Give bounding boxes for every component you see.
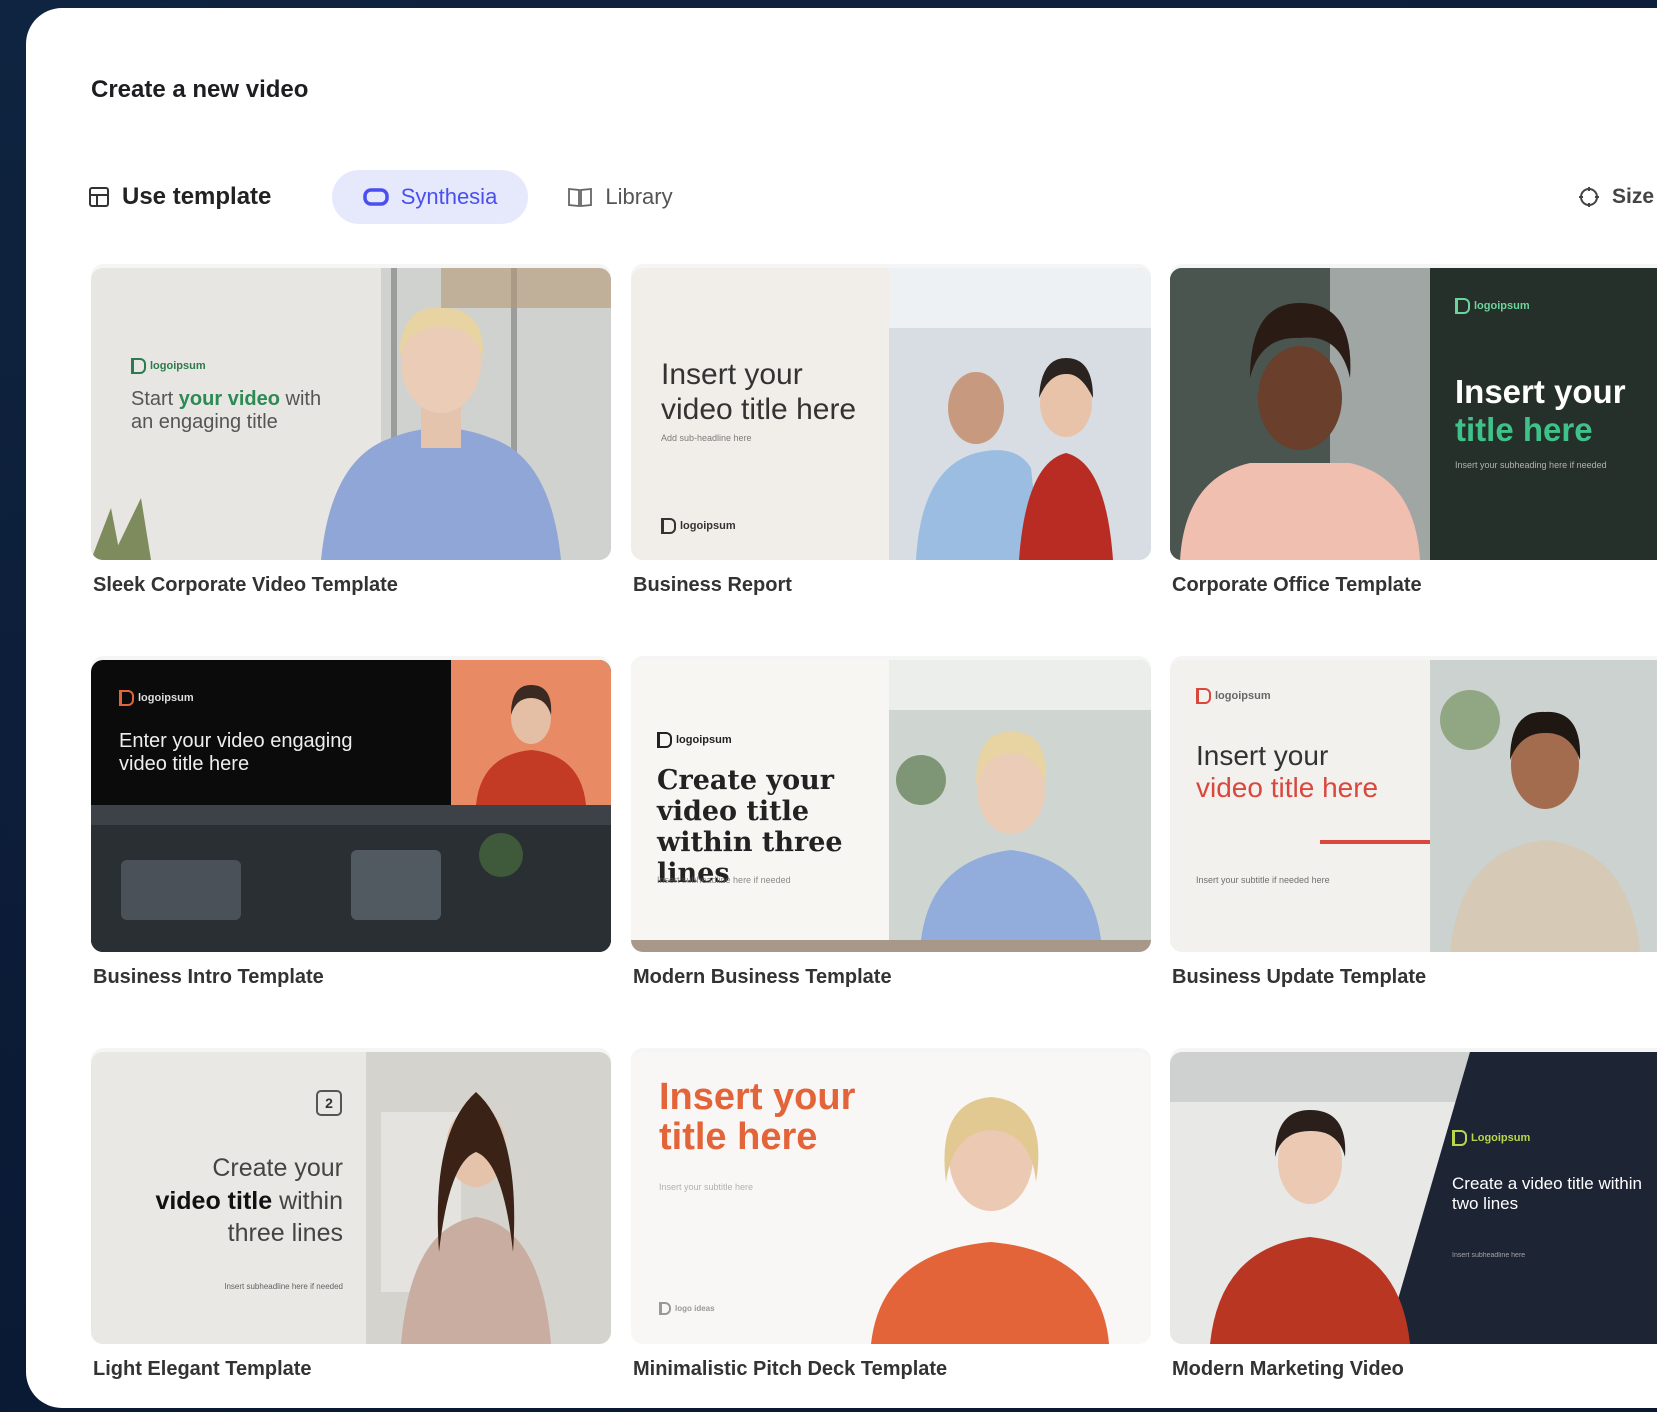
thumbnail-subheading: Insert your subheading here if needed [1455,460,1607,470]
tab-library[interactable]: Library [546,170,694,224]
template-thumbnail[interactable]: Insert your title here Insert your subti… [631,1052,1151,1344]
template-card[interactable]: Logoipsum Create a video title within tw… [1170,1052,1657,1380]
thumbnail-heading: Insert your title here [659,1076,856,1158]
template-name: Business Report [633,574,792,596]
thumbnail-heading: Insert your title here [1455,373,1626,448]
template-thumbnail[interactable]: Logoipsum Create a video title within tw… [1170,1052,1657,1344]
tab-synthesia[interactable]: Synthesia [332,170,528,224]
thumbnail-logo: logoipsum [657,732,732,748]
aspect-ratio-icon [1578,186,1600,208]
thumbnail-subheading: Insert your subtitle here [659,1182,754,1192]
thumbnail-subheading: Insert subheadline here if needed [657,875,791,885]
template-thumbnail[interactable]: logoipsum Create your video title within… [631,660,1151,952]
template-thumbnail[interactable]: logoipsum Enter your video engaging vide… [91,660,611,952]
template-name: Business Intro Template [93,966,324,988]
thumbnail-subheading: Add sub-headline here [661,433,752,443]
template-name: Light Elegant Template [93,1358,312,1380]
tab-use-template[interactable]: Use template [88,170,271,224]
size-label: Size [1612,185,1655,208]
template-thumbnail[interactable]: logoipsum Insert your title here Insert … [1170,268,1657,560]
template-card[interactable]: Insert your title here Insert your subti… [631,1052,1151,1380]
template-name: Modern Business Template [633,966,892,988]
thumbnail-logo: logo ideas [659,1302,715,1315]
template-name: Sleek Corporate Video Template [93,574,398,596]
thumbnail-logo: logoipsum [131,358,206,374]
tab-use-template-label: Use template [122,183,272,210]
template-card[interactable]: logoipsum Insert your title here Insert … [1170,268,1657,596]
template-thumbnail[interactable]: logoipsum Start your video with an engag… [91,268,611,560]
template-thumbnail[interactable]: logoipsum Insert your video title here I… [1170,660,1657,952]
thumbnail-logo: logoipsum [1196,688,1271,704]
template-thumbnail[interactable]: 2 Create your video title within three l… [91,1052,611,1344]
thumbnail-heading: Create a video title within two lines [1452,1174,1642,1213]
thumbnail-heading: Create your video title within three lin… [155,1154,343,1247]
thumbnail-subheading: Insert subheadline here if needed [224,1282,343,1291]
template-card[interactable]: logoipsum Create your video title within… [631,660,1151,988]
size-selector[interactable]: Size [1578,170,1654,224]
thumbnail-subheading: Insert your subtitle if needed here [1196,875,1330,885]
create-video-dialog: Create a new video Use template Synthesi… [26,8,1657,1408]
tab-library-label: Library [605,184,673,209]
thumbnail-subheading: Insert subheadline here [1452,1252,1526,1259]
template-card[interactable]: Insert your video title here Add sub-hea… [631,268,1151,596]
template-name: Business Update Template [1172,966,1427,988]
thumbnail-heading: Start your video with an engaging title [131,388,322,433]
template-source-tabs: Use template Synthesia Library Size [88,170,1657,226]
thumbnail-logo: logoipsum [661,518,736,534]
thumbnail-logo: logoipsum [119,690,194,706]
template-thumbnail[interactable]: Insert your video title here Add sub-hea… [631,268,1151,560]
template-name: Minimalistic Pitch Deck Template [633,1358,948,1380]
thumbnail-logo: logoipsum [1455,298,1530,314]
template-card[interactable]: logoipsum Start your video with an engag… [91,268,611,596]
template-name: Modern Marketing Video [1172,1358,1404,1380]
thumbnail-heading: Insert your video title here [1196,740,1379,804]
tab-synthesia-label: Synthesia [400,184,498,209]
synthesia-logo-icon [362,188,389,206]
slide-number-badge: 2 [316,1090,342,1116]
template-card[interactable]: logoipsum Enter your video engaging vide… [91,660,611,988]
thumbnail-heading: Insert your video title here [661,358,857,426]
book-icon [567,186,593,208]
template-name: Corporate Office Template [1172,574,1422,596]
template-grid-icon [88,186,110,208]
template-card[interactable]: logoipsum Insert your video title here I… [1170,660,1657,988]
thumbnail-heading: Enter your video engaging video title he… [119,730,353,775]
template-card[interactable]: 2 Create your video title within three l… [91,1052,611,1380]
thumbnail-logo: Logoipsum [1452,1130,1530,1146]
thumbnail-heading: Create your video title within three lin… [657,765,843,890]
dialog-title: Create a new video [91,76,309,103]
